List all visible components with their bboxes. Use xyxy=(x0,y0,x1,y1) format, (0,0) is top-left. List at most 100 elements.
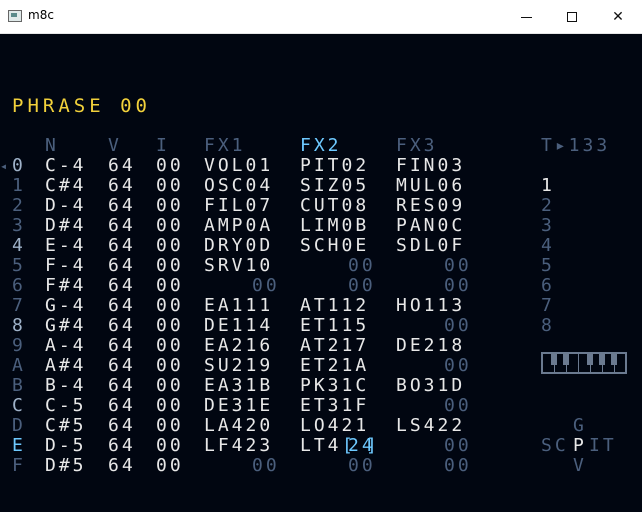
fx2-cell[interactable]: AT112 xyxy=(300,296,369,316)
instrument-cell[interactable]: 00 xyxy=(156,436,184,456)
instrument-cell[interactable]: 00 xyxy=(156,416,184,436)
fx1-cell[interactable]: EA31B xyxy=(204,376,273,396)
volume-cell[interactable]: 64 xyxy=(108,416,136,436)
fx3-cell[interactable]: 00 xyxy=(444,436,472,456)
volume-cell[interactable]: 64 xyxy=(108,336,136,356)
fx3-cell[interactable]: DE218 xyxy=(396,336,465,356)
fx2-cell[interactable]: PK31C xyxy=(300,376,369,396)
nav-map-bottom: V xyxy=(573,455,587,476)
note-cell[interactable]: E-4 xyxy=(45,236,87,256)
instrument-cell[interactable]: 00 xyxy=(156,156,184,176)
fx1-cell[interactable]: FIL07 xyxy=(204,196,273,216)
fx2-cell[interactable]: ET115 xyxy=(300,316,369,336)
fx1-cell[interactable]: DE31E xyxy=(204,396,273,416)
fx3-cell[interactable]: 00 xyxy=(444,256,472,276)
fx2-cell[interactable]: 00 xyxy=(348,256,376,276)
fx3-cell[interactable]: LS422 xyxy=(396,416,465,436)
fx1-cell[interactable]: VOL01 xyxy=(204,156,273,176)
fx2-cell[interactable]: LIM0B xyxy=(300,216,369,236)
note-cell[interactable]: A#4 xyxy=(45,356,87,376)
fx1-cell[interactable]: AMP0A xyxy=(204,216,273,236)
volume-cell[interactable]: 64 xyxy=(108,316,136,336)
fx3-cell[interactable]: 00 xyxy=(444,456,472,476)
fx3-cell[interactable]: 00 xyxy=(444,396,472,416)
note-cell[interactable]: C-4 xyxy=(45,156,87,176)
fx2-cell[interactable]: AT217 xyxy=(300,336,369,356)
instrument-cell[interactable]: 00 xyxy=(156,456,184,476)
instrument-cell[interactable]: 00 xyxy=(156,196,184,216)
instrument-cell[interactable]: 00 xyxy=(156,376,184,396)
instrument-cell[interactable]: 00 xyxy=(156,316,184,336)
fx2-cell[interactable]: SCH0E xyxy=(300,236,369,256)
fx2-cell[interactable]: ET21A xyxy=(300,356,369,376)
volume-cell[interactable]: 64 xyxy=(108,256,136,276)
fx3-cell[interactable]: 00 xyxy=(444,316,472,336)
volume-cell[interactable]: 64 xyxy=(108,296,136,316)
instrument-cell[interactable]: 00 xyxy=(156,276,184,296)
instrument-cell[interactable]: 00 xyxy=(156,216,184,236)
fx2-cell[interactable]: 00 xyxy=(348,276,376,296)
volume-cell[interactable]: 64 xyxy=(108,196,136,216)
volume-cell[interactable]: 64 xyxy=(108,276,136,296)
note-cell[interactable]: F#4 xyxy=(45,276,87,296)
fx2-cell[interactable]: 00 xyxy=(348,456,376,476)
volume-cell[interactable]: 64 xyxy=(108,396,136,416)
instrument-cell[interactable]: 00 xyxy=(156,176,184,196)
fx3-cell[interactable]: 00 xyxy=(444,356,472,376)
note-cell[interactable]: B-4 xyxy=(45,376,87,396)
instrument-cell[interactable]: 00 xyxy=(156,396,184,416)
note-cell[interactable]: C-5 xyxy=(45,396,87,416)
fx3-cell[interactable]: MUL06 xyxy=(396,176,465,196)
fx1-cell[interactable]: DRY0D xyxy=(204,236,273,256)
note-cell[interactable]: D-4 xyxy=(45,196,87,216)
instrument-cell[interactable]: 00 xyxy=(156,236,184,256)
volume-cell[interactable]: 64 xyxy=(108,436,136,456)
note-cell[interactable]: G-4 xyxy=(45,296,87,316)
close-button[interactable]: ✕ xyxy=(595,0,641,34)
fx3-cell[interactable]: PAN0C xyxy=(396,216,465,236)
fx2-cell[interactable]: SIZ05 xyxy=(300,176,369,196)
volume-cell[interactable]: 64 xyxy=(108,356,136,376)
fx2-cell[interactable]: LO421 xyxy=(300,416,369,436)
fx1-cell[interactable]: EA111 xyxy=(204,296,273,316)
fx2-cell[interactable]: CUT08 xyxy=(300,196,369,216)
note-cell[interactable]: D#5 xyxy=(45,456,87,476)
note-cell[interactable]: A-4 xyxy=(45,336,87,356)
instrument-cell[interactable]: 00 xyxy=(156,356,184,376)
fx1-cell[interactable]: DE114 xyxy=(204,316,273,336)
volume-cell[interactable]: 64 xyxy=(108,456,136,476)
fx1-cell[interactable]: 00 xyxy=(252,276,280,296)
note-cell[interactable]: F-4 xyxy=(45,256,87,276)
fx2-cell[interactable]: PIT02 xyxy=(300,156,369,176)
minimize-button[interactable] xyxy=(503,0,549,34)
note-cell[interactable]: G#4 xyxy=(45,316,87,336)
fx3-cell[interactable]: BO31D xyxy=(396,376,465,396)
fx2-cell[interactable]: LT4 xyxy=(300,436,342,456)
note-cell[interactable]: C#5 xyxy=(45,416,87,436)
fx3-cell[interactable]: HO113 xyxy=(396,296,465,316)
fx1-cell[interactable]: 00 xyxy=(252,456,280,476)
volume-cell[interactable]: 64 xyxy=(108,176,136,196)
fx1-cell[interactable]: OSC04 xyxy=(204,176,273,196)
instrument-cell[interactable]: 00 xyxy=(156,256,184,276)
volume-cell[interactable]: 64 xyxy=(108,216,136,236)
fx1-cell[interactable]: LA420 xyxy=(204,416,273,436)
fx3-cell[interactable]: RES09 xyxy=(396,196,465,216)
note-cell[interactable]: D-5 xyxy=(45,436,87,456)
instrument-cell[interactable]: 00 xyxy=(156,336,184,356)
fx3-cell[interactable]: SDL0F xyxy=(396,236,465,256)
fx3-cell[interactable]: 00 xyxy=(444,276,472,296)
volume-cell[interactable]: 64 xyxy=(108,236,136,256)
fx1-cell[interactable]: EA216 xyxy=(204,336,273,356)
note-cell[interactable]: C#4 xyxy=(45,176,87,196)
fx1-cell[interactable]: SU219 xyxy=(204,356,273,376)
fx1-cell[interactable]: SRV10 xyxy=(204,256,273,276)
fx2-cell[interactable]: ET31F xyxy=(300,396,369,416)
maximize-button[interactable] xyxy=(549,0,595,34)
volume-cell[interactable]: 64 xyxy=(108,156,136,176)
volume-cell[interactable]: 64 xyxy=(108,376,136,396)
note-cell[interactable]: D#4 xyxy=(45,216,87,236)
fx1-cell[interactable]: LF423 xyxy=(204,436,273,456)
instrument-cell[interactable]: 00 xyxy=(156,296,184,316)
fx3-cell[interactable]: FIN03 xyxy=(396,156,465,176)
